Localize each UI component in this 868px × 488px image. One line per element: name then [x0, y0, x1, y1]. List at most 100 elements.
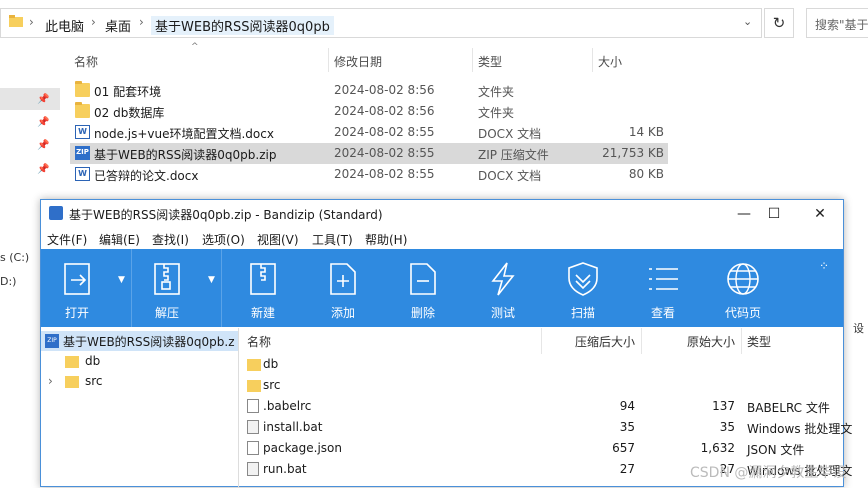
- maximize-button[interactable]: ☐: [759, 203, 789, 225]
- test-button[interactable]: 测试: [465, 249, 541, 327]
- file-type: DOCX 文档: [478, 169, 542, 183]
- column-header-name[interactable]: 名称: [247, 333, 271, 350]
- minimize-button[interactable]: —: [729, 203, 759, 225]
- breadcrumb-this-pc[interactable]: 此电脑: [45, 16, 84, 35]
- right-edge-label: 设: [853, 322, 864, 335]
- item-type: BABELRC 文件: [747, 401, 830, 415]
- column-divider[interactable]: [472, 48, 473, 72]
- column-header-date[interactable]: 修改日期: [334, 53, 382, 70]
- column-header-packed-size[interactable]: 压缩后大小: [575, 333, 635, 350]
- file-row[interactable]: 02 db数据库 2024-08-02 8:56 文件夹: [70, 101, 668, 122]
- extract-label: 解压: [154, 306, 179, 320]
- grid-menu-icon[interactable]: ⁘: [819, 259, 829, 273]
- item-type: JSON 文件: [747, 443, 805, 457]
- new-archive-button[interactable]: 新建: [225, 249, 301, 327]
- list-item[interactable]: .babelrc 94 137 BABELRC 文件: [241, 396, 843, 417]
- open-label: 打开: [64, 306, 89, 320]
- menu-edit[interactable]: 编辑(E): [99, 231, 140, 248]
- delete-file-icon: [410, 263, 436, 295]
- column-header-size[interactable]: 大小: [598, 53, 622, 70]
- file-row[interactable]: W 已答辩的论文.docx 2024-08-02 8:55 DOCX 文档 80…: [70, 164, 668, 185]
- new-archive-icon: [250, 263, 276, 295]
- column-header-name[interactable]: 名称: [74, 53, 98, 70]
- extract-button[interactable]: 解压: [131, 249, 203, 327]
- scan-button[interactable]: 扫描: [545, 249, 621, 327]
- delete-label: 删除: [410, 306, 435, 320]
- item-packed-size: 35: [619, 420, 635, 434]
- menu-find[interactable]: 查找(I): [152, 231, 189, 248]
- file-date: 2024-08-02 8:56: [334, 104, 435, 118]
- codepage-label: 代码页: [724, 306, 761, 320]
- folder-icon: [247, 380, 261, 392]
- toolbar: 打开 ▼ 解压 ▼ 新建 添加 删除 测试 扫描 查看 代码页 ⁘: [41, 249, 843, 327]
- batch-file-icon: [247, 420, 259, 434]
- nav-pane-selected-item[interactable]: [0, 88, 60, 110]
- file-row-selected[interactable]: ZIP 基于WEB的RSS阅读器0q0pb.zip 2024-08-02 8:5…: [70, 143, 668, 164]
- column-divider[interactable]: [541, 328, 542, 354]
- view-button[interactable]: 查看: [625, 249, 701, 327]
- list-item[interactable]: src: [241, 375, 843, 396]
- chevron-down-icon[interactable]: ▼: [118, 275, 125, 285]
- menu-file[interactable]: 文件(F): [47, 231, 87, 248]
- item-original-size: 35: [719, 420, 735, 434]
- menu-tools[interactable]: 工具(T): [312, 231, 353, 248]
- column-divider[interactable]: [592, 48, 593, 72]
- breadcrumb-current-folder[interactable]: 基于WEB的RSS阅读器0q0pb: [151, 16, 334, 35]
- file-date: 2024-08-02 8:55: [334, 146, 435, 160]
- pin-icon: 📌: [37, 94, 50, 105]
- column-header-type[interactable]: 类型: [478, 53, 502, 70]
- list-item[interactable]: package.json 657 1,632 JSON 文件: [241, 438, 843, 459]
- list-item[interactable]: db: [241, 354, 843, 375]
- tree-item-db[interactable]: db: [41, 352, 238, 372]
- address-bar[interactable]: › 此电脑 › 桌面 › 基于WEB的RSS阅读器0q0pb ⌄: [0, 8, 762, 38]
- sort-up-icon: ^: [191, 42, 199, 52]
- word-icon: W: [75, 125, 90, 139]
- add-button[interactable]: 添加: [305, 249, 381, 327]
- tree-root-label: 基于WEB的RSS阅读器0q0pb.z: [63, 335, 235, 349]
- nav-drive-c[interactable]: s (C:): [0, 251, 29, 264]
- title-bar[interactable]: 基于WEB的RSS阅读器0q0pb.zip - Bandizip (Standa…: [41, 200, 843, 227]
- menu-help[interactable]: 帮助(H): [365, 231, 407, 248]
- column-divider[interactable]: [741, 328, 742, 354]
- breadcrumb-desktop[interactable]: 桌面: [105, 16, 131, 35]
- tree-root-item[interactable]: ZIP 基于WEB的RSS阅读器0q0pb.z: [41, 331, 238, 351]
- file-row[interactable]: W node.js+vue环境配置文档.docx 2024-08-02 8:55…: [70, 122, 668, 143]
- close-button[interactable]: ✕: [805, 203, 835, 225]
- search-input[interactable]: 搜索"基于: [806, 8, 868, 38]
- nav-drive-d[interactable]: D:): [0, 275, 16, 288]
- folder-icon: [247, 359, 261, 371]
- item-original-size: 137: [712, 399, 735, 413]
- tree-item-src[interactable]: › src: [41, 372, 238, 392]
- chevron-down-icon[interactable]: ⌄: [743, 15, 752, 28]
- codepage-button[interactable]: 代码页: [705, 249, 781, 327]
- file-type: 文件夹: [478, 106, 515, 120]
- tree-item-label: src: [85, 374, 103, 388]
- chevron-right-icon[interactable]: ›: [91, 15, 96, 29]
- folder-icon: [65, 376, 79, 388]
- open-button[interactable]: 打开: [41, 249, 113, 327]
- column-divider[interactable]: [328, 48, 329, 72]
- item-name: src: [263, 378, 281, 392]
- folder-icon: [9, 15, 23, 27]
- list-item[interactable]: install.bat 35 35 Windows 批处理文: [241, 417, 852, 438]
- refresh-button[interactable]: ↻: [764, 8, 794, 38]
- folder-icon: [75, 102, 90, 118]
- item-name: db: [263, 357, 279, 371]
- delete-button[interactable]: 删除: [385, 249, 461, 327]
- chevron-right-icon[interactable]: ›: [29, 15, 34, 29]
- chevron-down-icon[interactable]: ▼: [208, 275, 215, 285]
- menu-view[interactable]: 视图(V): [257, 231, 299, 248]
- chevron-right-icon[interactable]: ›: [48, 374, 53, 388]
- file-row[interactable]: 01 配套环境 2024-08-02 8:56 文件夹: [70, 80, 668, 101]
- file-name: 01 配套环境: [94, 85, 162, 99]
- chevron-right-icon[interactable]: ›: [139, 15, 144, 29]
- item-original-size: 1,632: [700, 441, 735, 455]
- file-size: 14 KB: [628, 125, 664, 139]
- column-header-original-size[interactable]: 原始大小: [687, 333, 735, 350]
- add-label: 添加: [330, 306, 355, 320]
- column-header-type[interactable]: 类型: [747, 333, 771, 350]
- item-name: install.bat: [263, 420, 323, 434]
- column-divider[interactable]: [641, 328, 642, 354]
- pin-icon: 📌: [37, 117, 50, 128]
- menu-options[interactable]: 选项(O): [202, 231, 245, 248]
